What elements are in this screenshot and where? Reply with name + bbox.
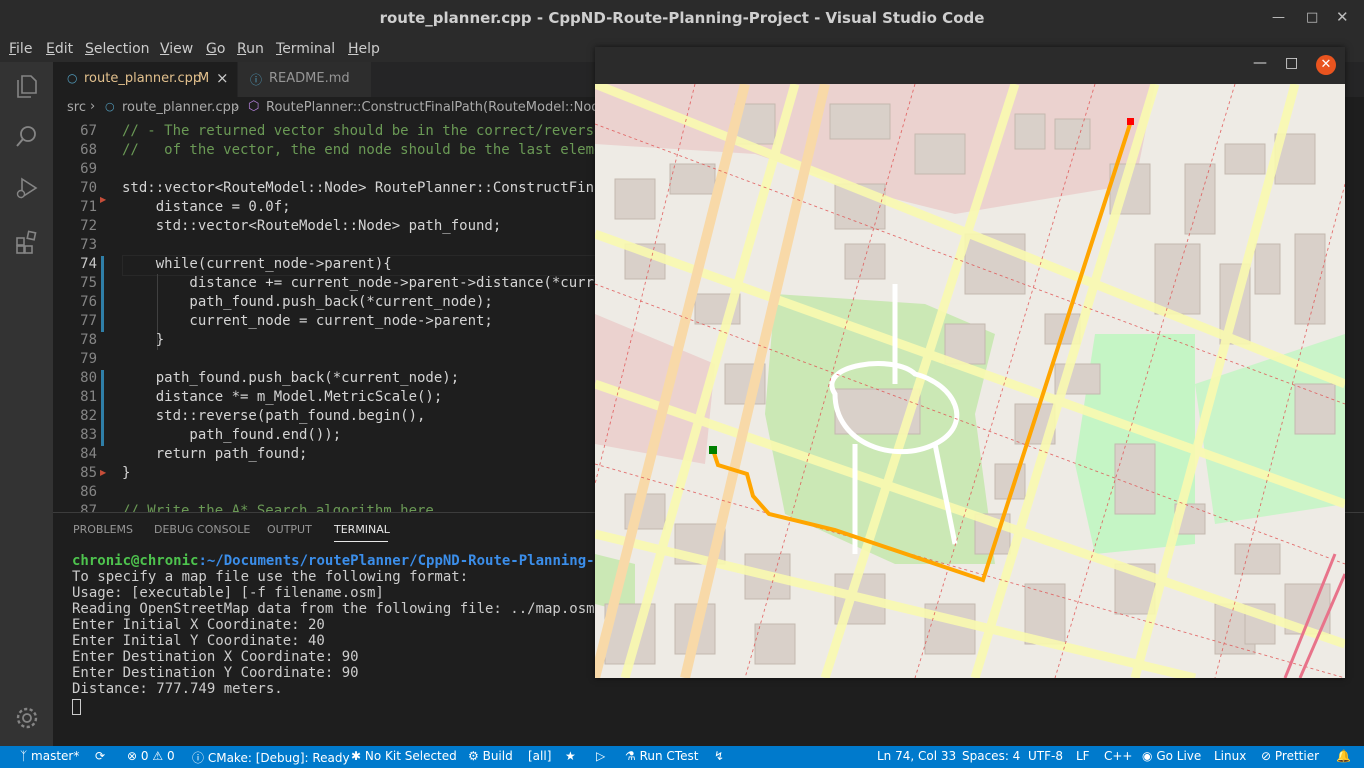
error-icon: ⊗ xyxy=(127,749,138,763)
git-modified-gutter xyxy=(101,370,104,446)
flask-icon: ⚗ xyxy=(625,749,636,763)
cpp-file-icon: ○ xyxy=(67,71,78,85)
git-branch[interactable]: ᛉ master* xyxy=(20,749,79,763)
map-maximize-icon[interactable]: □ xyxy=(1285,55,1298,71)
tab-label: route_planner.cpp xyxy=(84,71,202,86)
breadcrumb-symbol[interactable]: RoutePlanner::ConstructFinalPath(RouteMo… xyxy=(266,100,623,115)
search-icon[interactable] xyxy=(14,124,40,150)
tab-readme[interactable]: ⓘ README.md xyxy=(238,62,371,97)
tab-close-icon[interactable]: × xyxy=(216,69,229,87)
start-marker xyxy=(709,446,717,454)
method-symbol-icon: ⬡ xyxy=(248,99,260,114)
end-marker xyxy=(1127,118,1134,125)
settings-gear-icon[interactable] xyxy=(14,705,40,731)
map-svg xyxy=(595,84,1345,678)
menu-edit[interactable]: Edit xyxy=(46,41,73,57)
terminal-line: Distance: 777.749 meters. xyxy=(72,681,283,697)
menu-terminal[interactable]: Terminal xyxy=(276,41,335,57)
window-title: route_planner.cpp - CppND-Route-Planning… xyxy=(379,9,985,27)
sync-icon[interactable]: ⟳ xyxy=(95,749,105,763)
cmake-icon: ⓘ xyxy=(192,751,205,765)
menu-help[interactable]: Help xyxy=(348,41,380,57)
cursor-position[interactable]: Ln 74, Col 33 xyxy=(877,749,956,763)
git-modified-gutter xyxy=(101,256,104,332)
active-tab-underline xyxy=(334,541,388,542)
tools-icon: ✱ xyxy=(351,749,362,763)
close-icon[interactable]: ✕ xyxy=(1336,8,1349,26)
language-mode[interactable]: C++ xyxy=(1104,749,1133,763)
build-button[interactable]: ⚙ Build xyxy=(468,749,513,763)
problems-status[interactable]: ⊗ 0 ⚠ 0 xyxy=(127,749,175,763)
terminal-line: Enter Initial Y Coordinate: 40 xyxy=(72,633,325,649)
go-live-button[interactable]: ◉ Go Live xyxy=(1142,749,1201,763)
map-minimize-icon[interactable]: — xyxy=(1253,55,1267,71)
map-close-icon[interactable]: ✕ xyxy=(1316,55,1336,75)
title-bar: route_planner.cpp - CppND-Route-Planning… xyxy=(0,0,1364,38)
terminal-line: To specify a map file use the following … xyxy=(72,569,469,585)
menu-go[interactable]: Go xyxy=(206,41,225,57)
deleted-line-marker-icon: ▶ xyxy=(100,195,107,204)
status-bar: ᛉ master* ⟳ ⊗ 0 ⚠ 0 ⓘ CMake: [Debug]: Re… xyxy=(0,746,1364,768)
explorer-icon[interactable] xyxy=(14,73,40,99)
tab-debug-console[interactable]: DEBUG CONSOLE xyxy=(154,523,250,536)
warning-icon: ⚠ xyxy=(152,749,164,763)
info-file-icon: ⓘ xyxy=(250,73,263,87)
minimize-icon[interactable]: — xyxy=(1272,10,1285,25)
prettier-status[interactable]: ⊘ Prettier xyxy=(1261,749,1319,763)
chevron-right-icon: › xyxy=(234,99,240,114)
cpp-file-icon: ○ xyxy=(105,100,115,113)
prettier-icon: ⊘ xyxy=(1261,749,1272,763)
map-viewer-window: — □ ✕ xyxy=(595,47,1345,678)
cmake-status[interactable]: ⓘ CMake: [Debug]: Ready xyxy=(192,749,350,766)
deleted-line-marker-icon: ▶ xyxy=(100,468,107,477)
tab-problems[interactable]: PROBLEMS xyxy=(73,523,133,536)
indentation[interactable]: Spaces: 4 xyxy=(962,749,1020,763)
run-play-icon[interactable]: ▷ xyxy=(596,749,605,763)
broadcast-icon: ◉ xyxy=(1142,749,1153,763)
menu-selection[interactable]: Selection xyxy=(85,41,150,57)
activity-bar xyxy=(0,62,53,746)
breadcrumb-file[interactable]: route_planner.cpp xyxy=(122,100,239,115)
tab-terminal[interactable]: TERMINAL xyxy=(334,523,390,536)
modified-badge: M xyxy=(198,71,210,86)
kit-status[interactable]: ✱ No Kit Selected xyxy=(351,749,457,763)
maximize-icon[interactable]: □ xyxy=(1306,10,1318,25)
menu-file[interactable]: File xyxy=(9,41,32,57)
notifications-bell-icon[interactable]: 🔔 xyxy=(1336,749,1351,763)
terminal-line: Enter Initial X Coordinate: 20 xyxy=(72,617,325,633)
menu-run[interactable]: Run xyxy=(237,41,264,57)
end-of-line[interactable]: LF xyxy=(1076,749,1090,763)
terminal-line: Reading OpenStreetMap data from the foll… xyxy=(72,601,595,617)
extensions-icon[interactable] xyxy=(14,229,40,255)
debug-bug-icon[interactable]: ★ xyxy=(565,749,576,763)
ctest-button[interactable]: ⚗ Run CTest xyxy=(625,749,698,763)
os-indicator[interactable]: Linux xyxy=(1214,749,1246,763)
route-map-canvas[interactable] xyxy=(595,84,1345,678)
tab-route-planner[interactable]: ○ route_planner.cpp M × xyxy=(53,62,237,97)
terminal-line: Enter Destination X Coordinate: 90 xyxy=(72,649,359,665)
lightning-icon[interactable]: ↯ xyxy=(714,749,724,763)
breadcrumb-folder[interactable]: src xyxy=(67,100,86,115)
chevron-right-icon: › xyxy=(90,99,96,114)
terminal-cursor[interactable] xyxy=(72,699,81,715)
terminal-line: Enter Destination Y Coordinate: 90 xyxy=(72,665,359,681)
tab-label: README.md xyxy=(269,71,350,86)
build-target[interactable]: [all] xyxy=(528,749,551,763)
run-debug-icon[interactable] xyxy=(14,175,40,201)
terminal-line: Usage: [executable] [-f filename.osm] xyxy=(72,585,384,601)
tab-output[interactable]: OUTPUT xyxy=(267,523,312,536)
branch-icon: ᛉ xyxy=(20,749,28,763)
gear-icon: ⚙ xyxy=(468,749,479,763)
encoding[interactable]: UTF-8 xyxy=(1028,749,1063,763)
menu-view[interactable]: View xyxy=(160,41,193,57)
